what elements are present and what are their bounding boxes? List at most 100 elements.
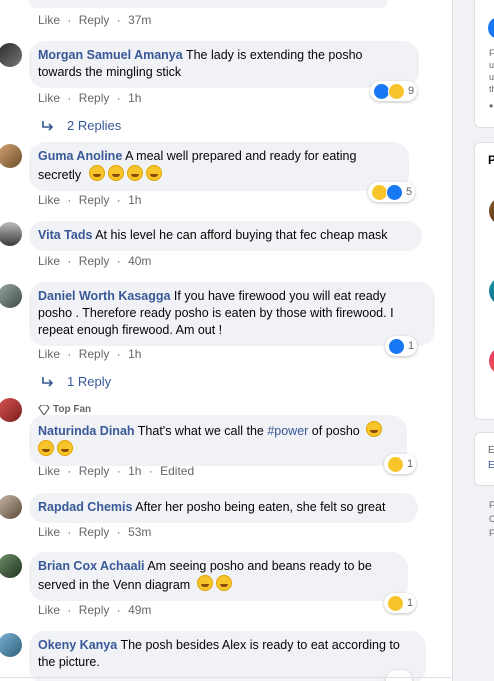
comment-author[interactable]: Okeny Kanya: [38, 638, 117, 652]
right-sidebar: F u u th • P E E F C F: [452, 0, 494, 681]
comments-feed: Like · Reply · 37m Morgan Samuel Amanya …: [0, 0, 452, 681]
comment-time[interactable]: 1h: [128, 347, 141, 361]
comment-actions: Like · Reply · 53m: [38, 525, 152, 539]
avatar[interactable]: [0, 284, 22, 308]
reaction-badge[interactable]: 9: [370, 81, 418, 101]
rofl-emoji-icon: [215, 575, 232, 591]
reaction-badge[interactable]: 1: [384, 593, 417, 613]
comment-time[interactable]: 37m: [128, 13, 151, 27]
view-replies-link[interactable]: 2 Replies: [42, 118, 121, 133]
reaction-count: 1: [407, 597, 414, 609]
avatar[interactable]: [0, 398, 22, 422]
comment-actions: Like · Reply · 49m: [38, 603, 152, 617]
comment-bubble-partial: [29, 0, 388, 8]
comment-bubble: Morgan Samuel Amanya The lady is extendi…: [29, 41, 419, 88]
comment-actions: Like · Reply · 1h · Edited: [38, 464, 195, 478]
comment-bubble: Vita Tads At his level he can afford buy…: [29, 221, 422, 251]
reaction-badge[interactable]: [386, 670, 412, 681]
reply-link[interactable]: Reply: [79, 13, 110, 27]
comment-bubble: Rapdad Chemis After her posho being eate…: [29, 493, 418, 523]
reply-link[interactable]: Reply: [79, 347, 110, 361]
sidebar-card: P: [474, 142, 494, 420]
comment-text: At his level he can afford buying that f…: [95, 228, 388, 242]
comment-author[interactable]: Guma Anoline: [38, 149, 122, 163]
comment-author[interactable]: Rapdad Chemis: [38, 500, 132, 514]
sidebar-card: E E: [474, 432, 494, 486]
view-replies-link[interactable]: 1 Reply: [42, 374, 111, 389]
like-link[interactable]: Like: [38, 254, 60, 268]
like-link[interactable]: Like: [38, 464, 60, 478]
comment-time[interactable]: 1h: [128, 193, 141, 207]
reaction-badge[interactable]: 1: [385, 336, 418, 356]
laughing-emoji-icon: [366, 421, 383, 437]
comment-author[interactable]: Vita Tads: [38, 228, 92, 242]
comment-actions: Like · Reply · 1h: [38, 91, 142, 105]
suggested-avatar[interactable]: [489, 277, 494, 305]
haha-reaction-icon: [388, 82, 405, 100]
reaction-count: 1: [407, 458, 414, 470]
reply-link[interactable]: Reply: [79, 603, 110, 617]
suggested-avatar[interactable]: [489, 197, 494, 225]
comment-author[interactable]: Naturinda Dinah: [38, 424, 135, 438]
reaction-count: 5: [406, 186, 413, 198]
edited-label[interactable]: Edited: [160, 464, 194, 478]
laughing-emoji-icon: [88, 165, 105, 181]
rofl-emoji-icon: [145, 165, 162, 181]
comment-text: That's what we call the: [137, 424, 268, 438]
reply-link[interactable]: Reply: [79, 525, 110, 539]
like-link[interactable]: Like: [38, 347, 60, 361]
comment-actions: Like · Reply · 40m: [38, 254, 152, 268]
avatar[interactable]: [0, 222, 22, 246]
diamond-icon: [38, 404, 50, 415]
like-reaction-icon: [386, 183, 403, 201]
comment-actions: Like · Reply · 1h: [38, 347, 142, 361]
reply-arrow-icon: [42, 376, 54, 387]
comment-bubble: Brian Cox Achaali Am seeing posho and be…: [29, 552, 408, 601]
footer-links: F C F: [489, 500, 494, 538]
like-link[interactable]: Like: [38, 13, 60, 27]
reply-link[interactable]: Reply: [79, 254, 110, 268]
reaction-badge[interactable]: 1: [384, 454, 417, 474]
comment-text: After her posho being eaten, she felt so…: [135, 500, 386, 514]
comment-time[interactable]: 1h: [128, 464, 141, 478]
avatar[interactable]: [0, 495, 22, 519]
divider: [0, 677, 452, 678]
reaction-badge[interactable]: 5: [368, 182, 416, 202]
reply-link[interactable]: Reply: [79, 193, 110, 207]
like-link[interactable]: Like: [38, 193, 60, 207]
comment-time[interactable]: 53m: [128, 525, 151, 539]
reply-link[interactable]: Reply: [79, 91, 110, 105]
reply-link[interactable]: Reply: [79, 464, 110, 478]
haha-reaction-icon: [387, 455, 404, 473]
comment-bubble: Daniel Worth Kasagga If you have firewoo…: [29, 282, 435, 346]
like-link[interactable]: Like: [38, 91, 60, 105]
sidebar-card: F u u th •: [474, 0, 494, 128]
comment-author[interactable]: Brian Cox Achaali: [38, 559, 145, 573]
rofl-emoji-icon: [196, 575, 213, 591]
avatar[interactable]: [0, 144, 22, 168]
comment-bubble: Guma Anoline A meal well prepared and re…: [29, 142, 409, 191]
avatar[interactable]: [0, 554, 22, 578]
comment-actions: Like · Reply · 1h: [38, 193, 142, 207]
reaction-count: 9: [408, 85, 415, 97]
laughing-emoji-icon: [38, 440, 54, 456]
link-icon[interactable]: •: [489, 99, 493, 113]
hashtag-link[interactable]: #power: [267, 424, 308, 438]
comment-author[interactable]: Morgan Samuel Amanya: [38, 48, 183, 62]
comment-author[interactable]: Daniel Worth Kasagga: [38, 289, 170, 303]
page-logo[interactable]: [488, 17, 494, 39]
avatar[interactable]: [0, 43, 22, 67]
laughing-emoji-icon: [57, 440, 73, 456]
laughing-emoji-icon: [126, 165, 143, 181]
avatar[interactable]: [0, 633, 22, 657]
comment-time[interactable]: 1h: [128, 91, 141, 105]
like-reaction-icon: [388, 337, 405, 355]
like-link[interactable]: Like: [38, 525, 60, 539]
comment-time[interactable]: 40m: [128, 254, 151, 268]
like-link[interactable]: Like: [38, 603, 60, 617]
comment-time[interactable]: 49m: [128, 603, 151, 617]
comment-actions: Like · Reply · 37m: [38, 13, 152, 27]
reaction-count: 1: [408, 340, 415, 352]
suggested-avatar[interactable]: [489, 347, 494, 375]
top-fan-badge: Top Fan: [38, 404, 91, 415]
